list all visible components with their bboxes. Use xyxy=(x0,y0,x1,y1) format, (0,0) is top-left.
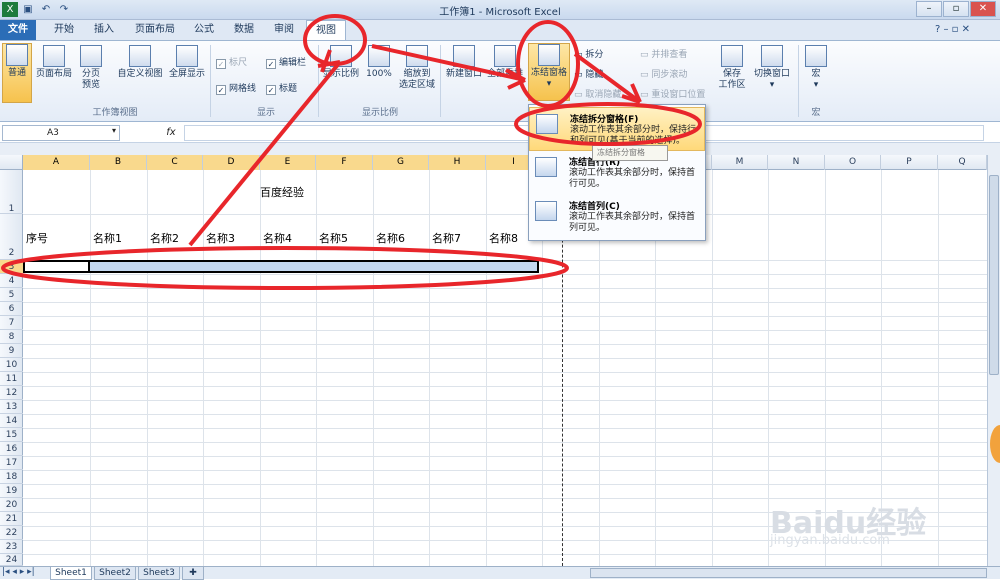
annotation-circle-freeze-item xyxy=(514,102,702,146)
annotation-arrow xyxy=(371,44,526,82)
annotation-circle-row3 xyxy=(1,246,569,290)
annotation-arrow xyxy=(573,52,642,104)
annotation-overlay xyxy=(1,14,702,290)
annotation-circle-view-tab xyxy=(303,14,367,66)
annotation-arrow xyxy=(188,60,342,247)
annotation-circle-freeze-button xyxy=(516,20,580,108)
